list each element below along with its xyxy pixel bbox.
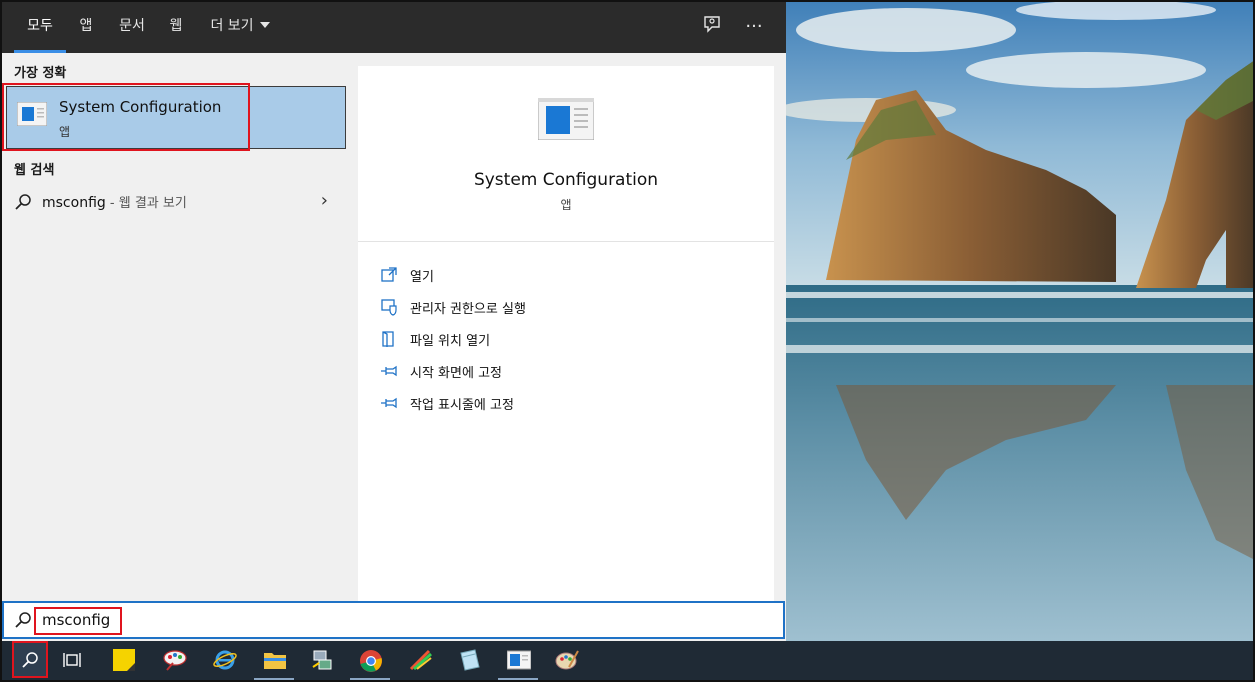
feedback-icon[interactable] <box>700 15 724 39</box>
web-search-item[interactable]: msconfig - 웹 결과 보기 › <box>2 184 346 218</box>
web-search-query: msconfig - 웹 결과 보기 <box>42 192 187 211</box>
web-search-hint: - 웹 결과 보기 <box>105 196 187 211</box>
edge-icon <box>213 650 237 670</box>
task-view-button[interactable] <box>52 641 96 680</box>
search-filter-bar: 모두 앱 문서 웹 더 보기 ··· <box>2 2 786 53</box>
taskbar-app-paint[interactable] <box>152 641 196 680</box>
detail-type: 앱 <box>560 198 572 212</box>
action-open-file-location-label: 파일 위치 열기 <box>410 334 491 349</box>
action-open[interactable]: 열기 <box>380 262 740 288</box>
tab-documents[interactable]: 문서 <box>112 2 152 53</box>
task-view-icon <box>63 653 81 667</box>
sticky-notes-icon <box>113 649 135 671</box>
search-box[interactable] <box>2 601 785 639</box>
open-icon <box>381 267 397 282</box>
detail-title: System Configuration <box>473 170 659 190</box>
action-run-as-admin-label: 관리자 권한으로 실행 <box>410 302 526 317</box>
action-pin-to-taskbar[interactable]: 작업 표시줄에 고정 <box>380 390 740 416</box>
taskbar-app-file-explorer[interactable] <box>252 641 296 680</box>
paint-palette-icon <box>555 650 579 670</box>
taskbar-app-paint-palette[interactable] <box>544 641 588 680</box>
action-run-as-admin[interactable]: 관리자 권한으로 실행 <box>380 294 740 320</box>
detail-pane: System Configuration 앱 열기 관리자 권한으로 실행 파일… <box>358 66 774 601</box>
tab-all[interactable]: 모두 <box>14 2 66 53</box>
chevron-down-icon <box>259 22 270 28</box>
network-icon <box>312 650 332 670</box>
tab-web[interactable]: 웹 <box>162 2 190 53</box>
desktop-wallpaper <box>786 0 1255 641</box>
file-explorer-icon <box>264 653 286 669</box>
taskbar-app-notebook[interactable] <box>446 641 490 680</box>
taskbar <box>2 641 1253 680</box>
tab-apps[interactable]: 앱 <box>72 2 100 53</box>
pen-app-icon <box>409 649 432 671</box>
action-pin-to-start-label: 시작 화면에 고정 <box>410 366 502 381</box>
taskbar-app-system-configuration[interactable] <box>496 641 540 680</box>
system-config-icon <box>507 650 531 670</box>
taskbar-search-button[interactable] <box>12 641 48 678</box>
tab-more[interactable]: 더 보기 <box>202 2 278 53</box>
run-as-admin-icon <box>381 299 397 316</box>
annotation-highlight-box <box>2 83 250 151</box>
divider <box>358 241 774 242</box>
running-indicator <box>498 678 538 680</box>
taskbar-app-chrome[interactable] <box>348 641 392 680</box>
more-options-icon[interactable]: ··· <box>742 15 766 39</box>
search-icon <box>22 652 38 668</box>
search-icon <box>15 612 31 628</box>
action-open-file-location[interactable]: 파일 위치 열기 <box>380 326 740 352</box>
taskbar-app-pen[interactable] <box>398 641 442 680</box>
notebook-icon <box>460 649 480 671</box>
tab-more-label: 더 보기 <box>210 18 254 34</box>
taskbar-app-internet-explorer[interactable] <box>202 641 246 680</box>
paint-icon <box>163 650 187 671</box>
chrome-icon <box>360 650 382 672</box>
search-icon <box>15 194 31 210</box>
running-indicator <box>254 678 294 680</box>
system-config-large-icon <box>538 98 594 140</box>
web-search-heading: 웹 검색 <box>14 163 55 178</box>
action-pin-to-start[interactable]: 시작 화면에 고정 <box>380 358 740 384</box>
running-indicator <box>350 678 390 680</box>
action-open-label: 열기 <box>410 270 434 285</box>
file-location-icon <box>382 331 394 347</box>
results-list: 가장 정확 System Configuration 앱 웹 검색 msconf… <box>2 53 346 601</box>
taskbar-app-network[interactable] <box>300 641 344 680</box>
chevron-right-icon[interactable]: › <box>321 190 328 211</box>
taskbar-app-sticky-notes[interactable] <box>102 641 146 680</box>
start-search-panel: 모두 앱 문서 웹 더 보기 ··· 가장 정확 System Configur… <box>2 2 786 641</box>
annotation-highlight-box <box>34 607 122 635</box>
pin-icon <box>381 365 397 377</box>
web-query-text: msconfig <box>42 195 106 211</box>
best-match-heading: 가장 정확 <box>14 66 67 81</box>
pin-icon <box>381 397 397 409</box>
action-pin-to-taskbar-label: 작업 표시줄에 고정 <box>410 398 514 413</box>
